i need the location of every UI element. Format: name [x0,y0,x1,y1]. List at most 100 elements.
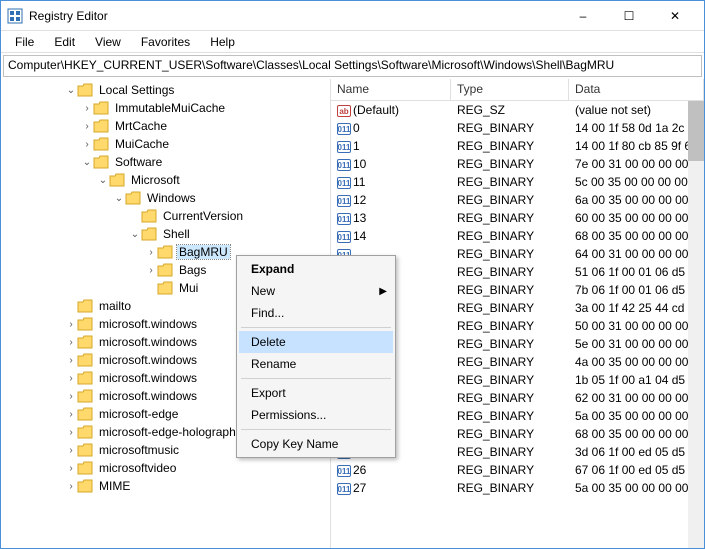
chevron-right-icon[interactable]: › [81,121,93,132]
chevron-right-icon[interactable]: › [81,139,93,150]
value-name: (Default) [353,103,399,117]
context-menu-item[interactable]: Copy Key Name [239,433,393,455]
chevron-right-icon[interactable]: › [81,103,93,114]
value-data: 64 00 31 00 00 00 00 [569,247,704,261]
list-row[interactable]: 0111REG_BINARY14 00 1f 80 cb 85 9f 6 [331,137,704,155]
chevron-right-icon[interactable]: › [65,463,77,474]
menu-favorites[interactable]: Favorites [133,33,198,51]
tree-item[interactable]: ⌄Microsoft [1,171,330,189]
tree-item[interactable]: ⌄Software [1,153,330,171]
value-data: 3a 00 1f 42 25 44 cd [569,301,704,315]
tree-label: Windows [145,191,198,205]
chevron-down-icon[interactable]: ⌄ [113,193,125,204]
context-menu-item[interactable]: Export [239,382,393,404]
value-type: REG_BINARY [451,373,569,387]
list-row[interactable]: 01113REG_BINARY60 00 35 00 00 00 00 [331,209,704,227]
value-data: 50 00 31 00 00 00 00 [569,319,704,333]
value-name: 26 [353,463,366,477]
tree-item[interactable]: ›ImmutableMuiCache [1,99,330,117]
list-row[interactable]: 01114REG_BINARY68 00 35 00 00 00 00 [331,227,704,245]
chevron-right-icon[interactable]: › [65,445,77,456]
chevron-right-icon[interactable]: › [65,409,77,420]
context-menu-item[interactable]: Rename [239,353,393,375]
column-type[interactable]: Type [451,79,569,100]
list-row[interactable]: 01127REG_BINARY5a 00 35 00 00 00 00 [331,479,704,497]
chevron-down-icon[interactable]: ⌄ [97,175,109,186]
value-data: 68 00 35 00 00 00 00 [569,427,704,441]
list-row[interactable]: ab(Default)REG_SZ(value not set) [331,101,704,119]
binary-value-icon: 011 [337,483,351,495]
tree-label: MrtCache [113,119,169,133]
chevron-down-icon[interactable]: ⌄ [65,85,77,96]
chevron-right-icon[interactable]: › [65,391,77,402]
tree-label: microsoft.windows [97,371,199,385]
menu-view[interactable]: View [87,33,129,51]
value-data: 4a 00 35 00 00 00 00 [569,355,704,369]
binary-value-icon: 011 [337,123,351,135]
context-menu-label: New [251,284,275,298]
tree-label: MuiCache [113,137,171,151]
folder-icon [77,425,93,439]
value-data: (value not set) [569,103,704,117]
chevron-right-icon[interactable]: › [65,337,77,348]
context-menu-item[interactable]: Delete [239,331,393,353]
binary-value-icon: 011 [337,159,351,171]
submenu-arrow-icon: ▶ [379,286,387,297]
chevron-right-icon[interactable]: › [65,373,77,384]
value-name: 10 [353,157,366,171]
tree-item[interactable]: ›MIME [1,477,330,495]
tree-item[interactable]: › microsoftvideo [1,459,330,477]
minimize-button[interactable]: – [560,1,606,31]
maximize-button[interactable]: ☐ [606,1,652,31]
value-type: REG_SZ [451,103,569,117]
tree-label: mailto [97,299,133,313]
tree-label: microsoft-edge-holographic [97,425,246,439]
tree-item[interactable]: ⌄Local Settings [1,81,330,99]
tree-label: microsoftvideo [97,461,178,475]
tree-item[interactable]: ⌄Shell [1,225,330,243]
value-data: 5a 00 35 00 00 00 00 [569,481,704,495]
value-name: 12 [353,193,366,207]
value-type: REG_BINARY [451,463,569,477]
tree-item[interactable]: ⌄ Windows [1,189,330,207]
tree-label: Mui [177,281,200,295]
tree-item[interactable]: › MrtCache [1,117,330,135]
list-row[interactable]: 01126REG_BINARY67 06 1f 00 ed 05 d5 [331,461,704,479]
chevron-down-icon[interactable]: ⌄ [81,157,93,168]
chevron-right-icon[interactable]: › [145,247,157,258]
value-data: 6a 00 35 00 00 00 00 [569,193,704,207]
chevron-right-icon[interactable]: › [65,319,77,330]
title-bar: Registry Editor – ☐ ✕ [1,1,704,31]
value-data: 5a 00 35 00 00 00 00 [569,409,704,423]
context-menu-item[interactable]: Permissions... [239,404,393,426]
context-menu-label: Delete [251,335,286,349]
menu-help[interactable]: Help [202,33,243,51]
menu-edit[interactable]: Edit [46,33,83,51]
folder-icon [77,461,93,475]
value-data: 1b 05 1f 00 a1 04 d5 [569,373,704,387]
list-row[interactable]: 01110REG_BINARY7e 00 31 00 00 00 00 [331,155,704,173]
chevron-right-icon[interactable]: › [65,427,77,438]
tree-label: Bags [177,263,208,277]
tree-item[interactable]: CurrentVersion [1,207,330,225]
chevron-right-icon[interactable]: › [145,265,157,276]
chevron-right-icon[interactable]: › [65,481,77,492]
context-menu-item[interactable]: Expand [239,258,393,280]
context-menu-item[interactable]: New ▶ [239,280,393,302]
chevron-right-icon[interactable]: › [65,355,77,366]
chevron-down-icon[interactable]: ⌄ [129,229,141,240]
value-type: REG_BINARY [451,337,569,351]
vertical-scrollbar[interactable] [688,101,704,548]
list-row[interactable]: 01111REG_BINARY5c 00 35 00 00 00 00 [331,173,704,191]
list-row[interactable]: 0110REG_BINARY14 00 1f 58 0d 1a 2c [331,119,704,137]
scrollbar-thumb[interactable] [688,101,704,161]
close-button[interactable]: ✕ [652,1,698,31]
tree-label: BagMRU [177,245,230,259]
tree-item[interactable]: › MuiCache [1,135,330,153]
column-data[interactable]: Data [569,79,704,100]
list-row[interactable]: 01112REG_BINARY6a 00 35 00 00 00 00 [331,191,704,209]
column-name[interactable]: Name [331,79,451,100]
menu-file[interactable]: File [7,33,42,51]
context-menu-item[interactable]: Find... [239,302,393,324]
address-bar[interactable]: Computer\HKEY_CURRENT_USER\Software\Clas… [3,55,702,77]
